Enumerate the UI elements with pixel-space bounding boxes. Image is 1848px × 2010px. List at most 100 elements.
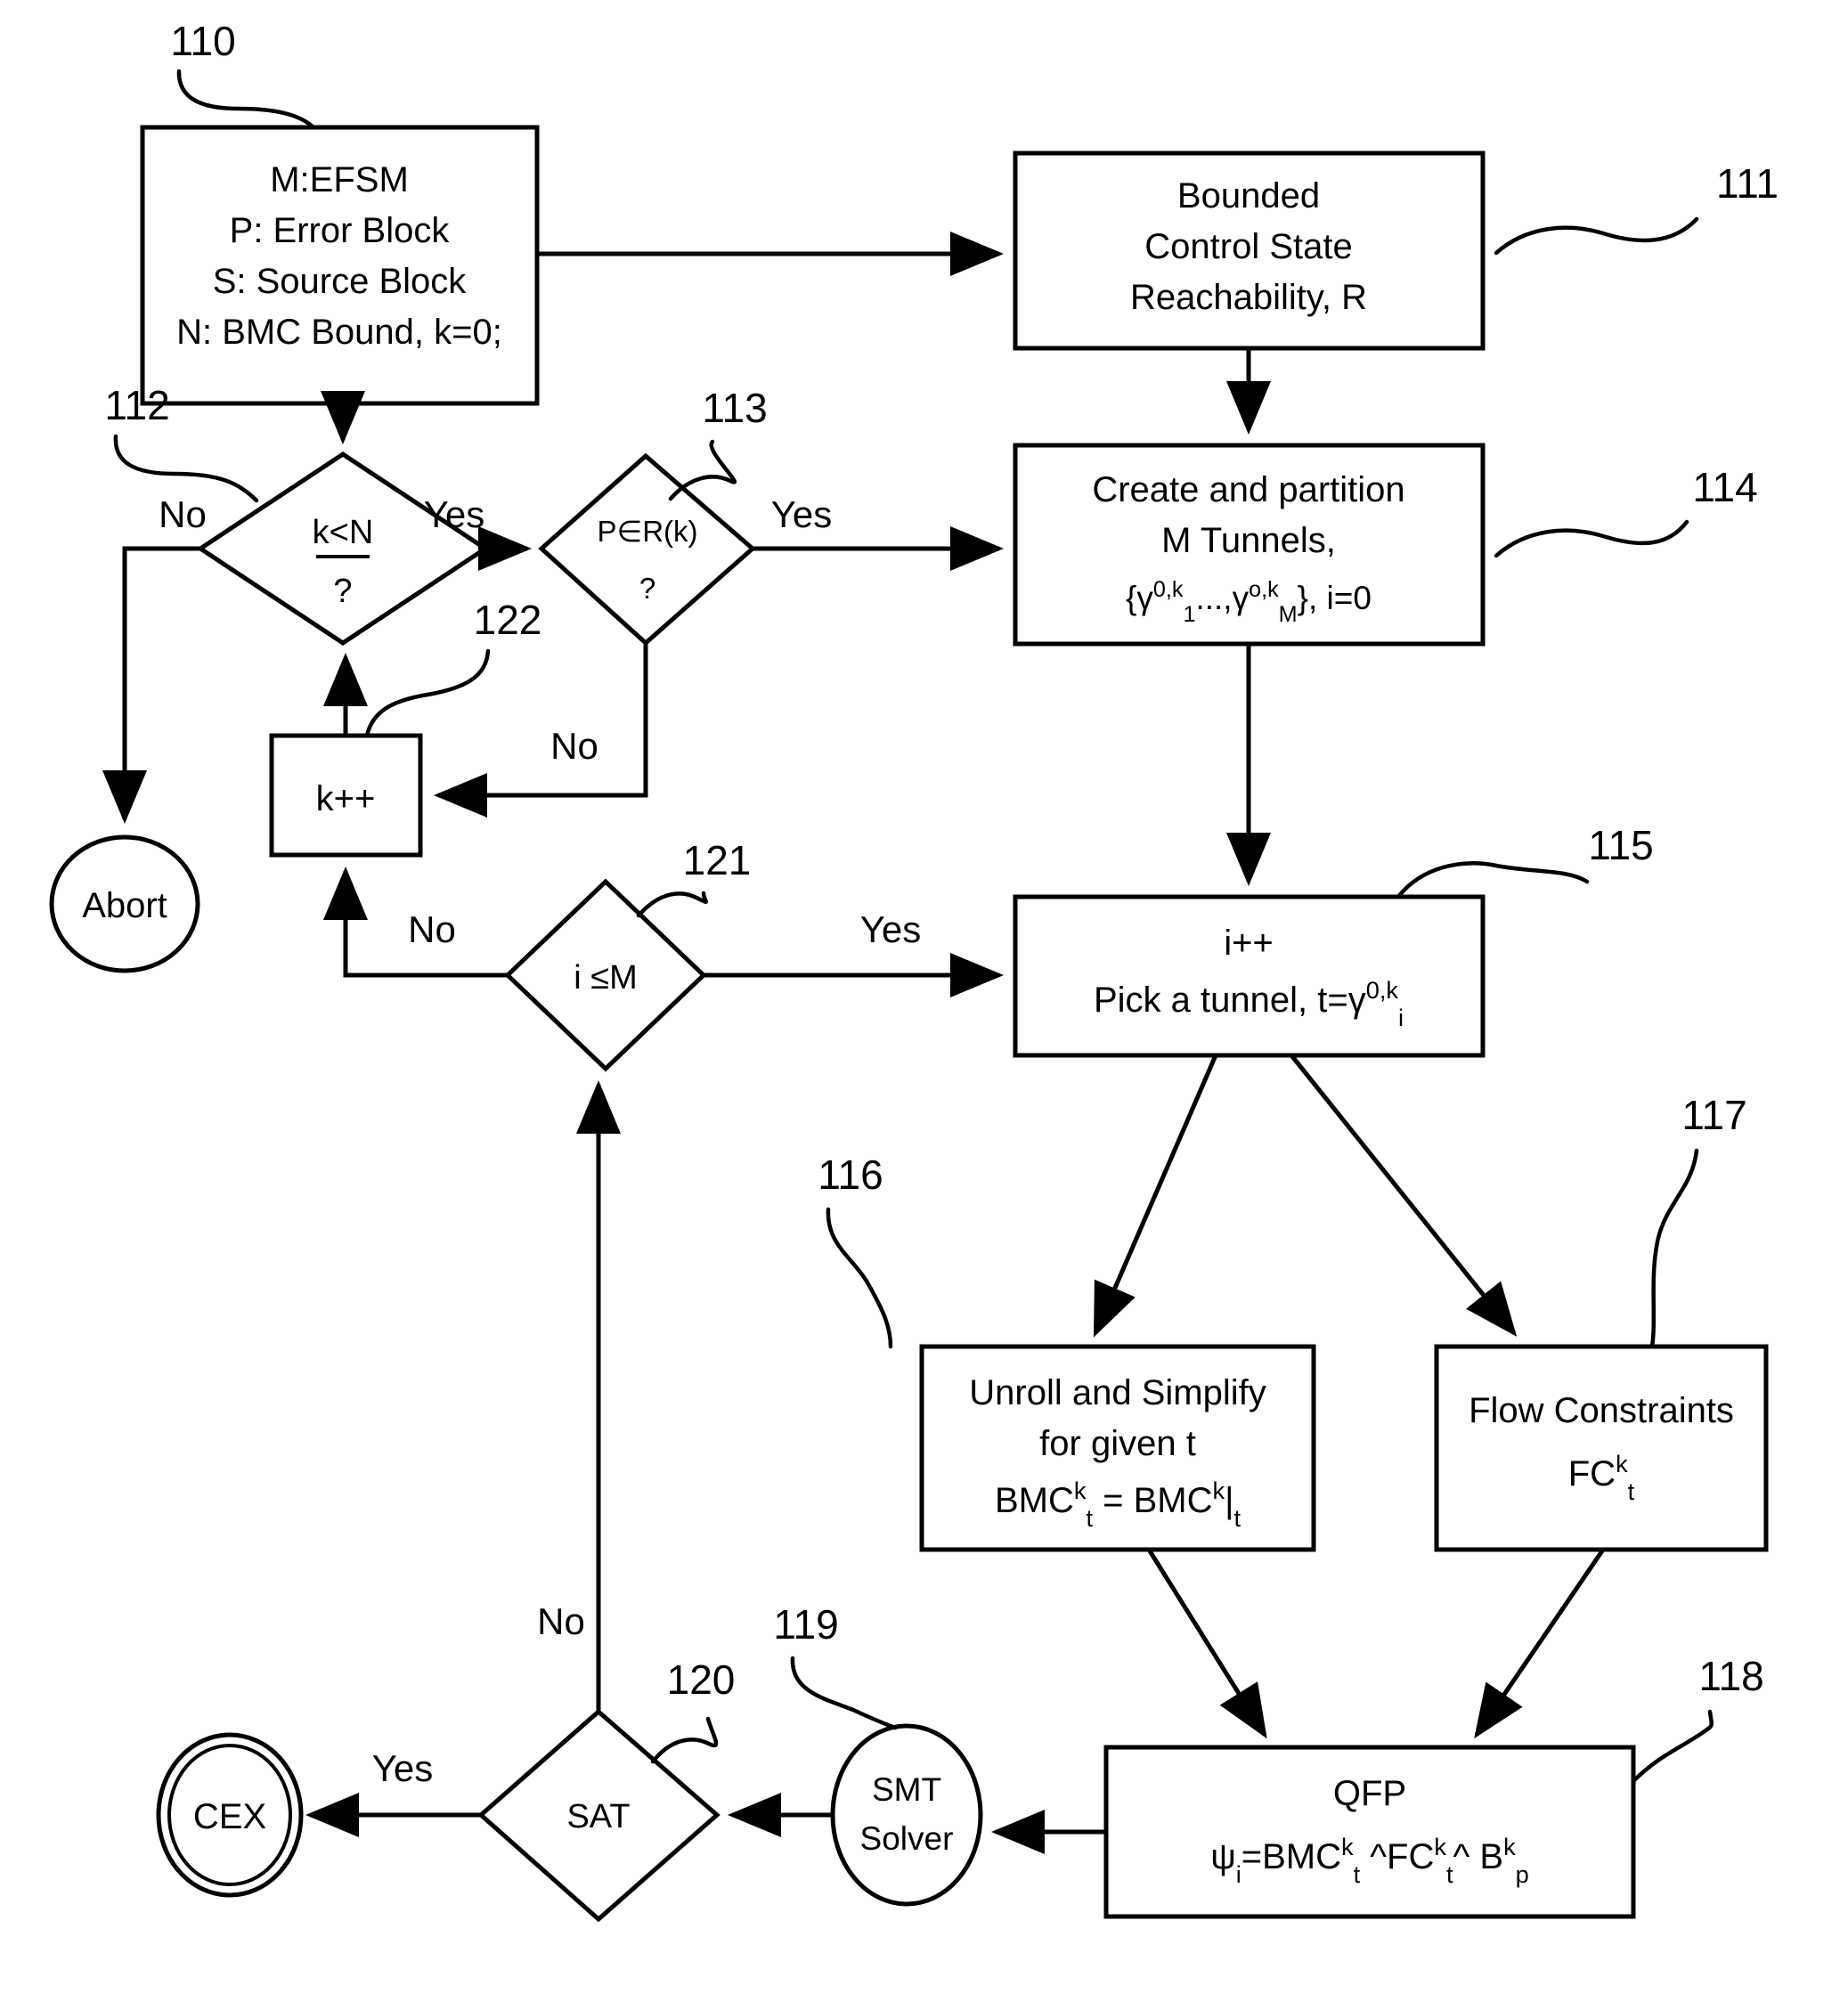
ref-115: 115 xyxy=(1396,822,1654,899)
edge-label-no-121: No xyxy=(408,908,456,950)
node-cex-label: CEX xyxy=(193,1797,266,1836)
node-119: SMT Solver xyxy=(830,1723,983,1907)
n116-eq: = xyxy=(1093,1481,1134,1520)
ref-118-label: 118 xyxy=(1698,1653,1763,1699)
node-118: QFP ψi=BMCkt ^FCkt^ Bkp xyxy=(1103,1745,1636,1919)
node-115-formula: Pick a tunnel, t=γ0,ki xyxy=(1094,976,1404,1031)
node-114-formula: {γ0,k1...,γo,kM}, i=0 xyxy=(1126,577,1372,627)
n118-w1: ^FC xyxy=(1360,1837,1434,1876)
node-121-label: i ≤M xyxy=(574,959,638,997)
n118-psi: ψ xyxy=(1210,1837,1236,1876)
edge-label-no-112: No xyxy=(159,493,207,535)
node-110-line-1: M:EFSM xyxy=(270,160,409,199)
n114-open: {γ xyxy=(1126,580,1153,616)
node-112: k<N ? xyxy=(196,452,490,646)
ref-122-label: 122 xyxy=(474,597,542,643)
ref-114: 114 xyxy=(1494,464,1758,558)
n115-sup: 0,k xyxy=(1366,976,1399,1004)
node-111-line-2: Control State xyxy=(1144,227,1352,266)
node-118-line-1: QFP xyxy=(1333,1774,1406,1813)
node-122: k++ xyxy=(269,733,423,858)
n114-sub2: M xyxy=(1279,602,1298,627)
edge-label-yes-112: Yes xyxy=(424,493,485,535)
node-116-line-1: Unroll and Simplify xyxy=(969,1373,1266,1412)
node-117-formula: FCkt xyxy=(1568,1450,1635,1505)
n115-sub: i xyxy=(1398,1004,1404,1031)
node-110-line-4: N: BMC Bound, k=0; xyxy=(176,313,502,352)
node-120-label: SAT xyxy=(566,1798,630,1835)
ref-110-label: 110 xyxy=(170,18,235,64)
n116-b: BMC xyxy=(1134,1481,1213,1520)
edge-115-to-116 xyxy=(1093,1054,1218,1338)
node-111: Bounded Control State Reachability, R xyxy=(1013,151,1486,351)
edge-117-to-118 xyxy=(1474,1548,1606,1739)
node-119-line-1: SMT xyxy=(872,1771,941,1808)
n117-a: FC xyxy=(1568,1454,1616,1493)
node-110-line-3: S: Source Block xyxy=(213,262,468,301)
node-116: Unroll and Simplify for given t BMCkt = … xyxy=(919,1344,1316,1552)
node-113: P∈R(k) ? xyxy=(538,452,756,647)
n114-sub1: 1 xyxy=(1183,602,1195,627)
node-113-line-1: P∈R(k) xyxy=(597,515,697,548)
ref-113-label: 113 xyxy=(702,385,767,431)
ref-115-label: 115 xyxy=(1588,822,1653,868)
node-122-label: k++ xyxy=(316,779,376,818)
edge-label-yes-113: Yes xyxy=(771,493,833,535)
edge-label-yes-121: Yes xyxy=(860,908,922,950)
node-114: Create and partition M Tunnels, {γ0,k1..… xyxy=(1013,443,1486,647)
n117-a-sub: t xyxy=(1628,1477,1635,1505)
node-117-line-1: Flow Constraints xyxy=(1469,1391,1734,1430)
node-116-line-2: for given t xyxy=(1039,1424,1196,1463)
ref-121-label: 121 xyxy=(683,837,752,883)
ref-117-label: 117 xyxy=(1681,1092,1746,1138)
node-115-line-1: i++ xyxy=(1224,924,1274,963)
ref-111: 111 xyxy=(1494,160,1779,256)
node-cex: CEX xyxy=(156,1732,304,1898)
edge-115-to-117 xyxy=(1290,1054,1518,1337)
n114-close: }, i=0 xyxy=(1298,580,1372,616)
n118-s1: k xyxy=(1341,1833,1354,1860)
edge-112-no-to-abort xyxy=(102,546,200,824)
node-abort-label: Abort xyxy=(82,886,167,925)
ref-114-label: 114 xyxy=(1692,464,1757,510)
node-112-line-2: ? xyxy=(333,573,352,610)
n116-a-sup: k xyxy=(1074,1477,1087,1504)
ref-120: 120 xyxy=(650,1656,735,1764)
node-114-line-1: Create and partition xyxy=(1092,470,1404,509)
flowchart-svg: M:EFSM P: Error Block S: Source Block N:… xyxy=(49,18,1779,1923)
node-121: i ≤M xyxy=(504,878,707,1072)
ref-112-label: 112 xyxy=(104,382,169,428)
n114-mid: ...,γ xyxy=(1195,580,1249,616)
ref-119-label: 119 xyxy=(773,1601,838,1648)
n116-b-sub: t xyxy=(1233,1504,1241,1532)
n117-a-sup: k xyxy=(1616,1450,1628,1477)
n114-sup1: 0,k xyxy=(1153,577,1184,602)
n118-s3: k xyxy=(1503,1833,1516,1860)
edge-label-yes-120: Yes xyxy=(372,1747,434,1789)
ref-112: 112 xyxy=(104,382,259,503)
node-116-formula: BMCkt = BMCk|t xyxy=(995,1477,1241,1532)
ref-110: 110 xyxy=(170,18,316,130)
ref-116-label: 116 xyxy=(818,1151,883,1198)
node-112-line-1: k<N xyxy=(313,514,374,551)
ref-122: 122 xyxy=(364,597,542,738)
node-113-line-2: ? xyxy=(639,572,655,605)
node-117: Flow Constraints FCkt xyxy=(1434,1344,1769,1552)
n118-s2: k xyxy=(1434,1833,1446,1860)
n116-bar: | xyxy=(1225,1481,1233,1520)
node-111-line-3: Reachability, R xyxy=(1130,278,1367,317)
n118-eq: =BMC xyxy=(1241,1837,1341,1876)
ref-111-label: 111 xyxy=(1716,160,1779,207)
n118-w2: ^ B xyxy=(1453,1837,1504,1876)
edge-113-no-to-122 xyxy=(434,643,648,818)
n118-b3: p xyxy=(1516,1860,1529,1888)
node-abort: Abort xyxy=(49,834,200,973)
node-119-line-2: Solver xyxy=(860,1820,954,1857)
flowchart-canvas: M:EFSM P: Error Block S: Source Block N:… xyxy=(0,0,1848,2010)
ref-113: 113 xyxy=(668,385,768,501)
n116-a: BMC xyxy=(995,1481,1074,1520)
edge-label-no-120: No xyxy=(537,1600,585,1642)
node-111-line-1: Bounded xyxy=(1177,176,1320,216)
node-114-line-2: M Tunnels, xyxy=(1161,521,1336,560)
node-110-line-2: P: Error Block xyxy=(230,211,451,250)
